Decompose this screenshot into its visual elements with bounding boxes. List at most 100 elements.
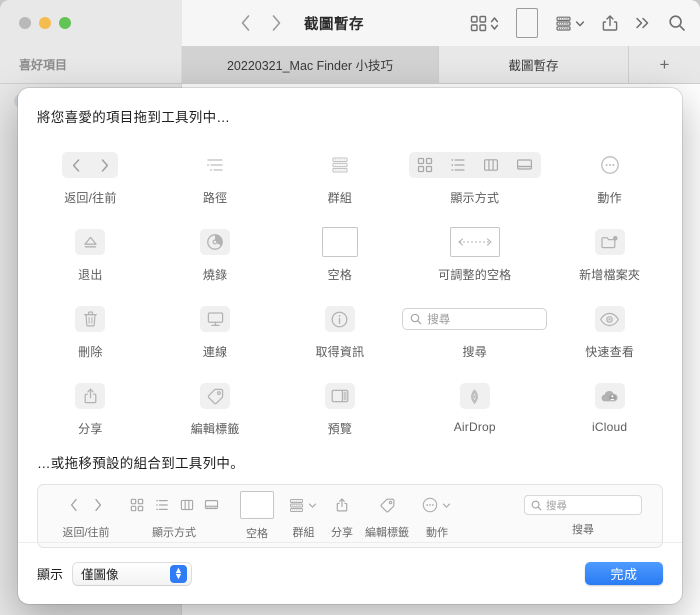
tab-bar: 喜好項目 20220321_Mac Finder 小技巧 截圖暫存 + xyxy=(0,46,700,84)
item-space[interactable]: 空格 xyxy=(278,217,403,292)
item-label: AirDrop xyxy=(454,420,496,434)
customize-toolbar-sheet: 將您喜愛的項目拖到工具列中… 返回/往前 路徑 xyxy=(18,88,682,604)
default-item-label: 分享 xyxy=(331,524,353,540)
view-mode-control[interactable] xyxy=(470,15,499,32)
item-search[interactable]: 搜尋 搜尋 xyxy=(402,294,547,369)
action-ellipsis-icon xyxy=(421,492,439,518)
titlebar-right-region: 截圖暫存 xyxy=(182,0,700,46)
item-view-modes[interactable]: 顯示方式 xyxy=(402,140,547,215)
item-group[interactable]: 群組 xyxy=(278,140,403,215)
grid-view-icon xyxy=(470,15,487,32)
new-tab-button[interactable]: + xyxy=(629,46,700,83)
default-item-group[interactable]: 群組 xyxy=(288,492,319,540)
item-flexible-space[interactable]: 可調整的空格 xyxy=(402,217,547,292)
connect-server-icon xyxy=(200,304,230,334)
chevron-up-down-icon: ▲ ▼ xyxy=(170,565,187,583)
group-by-control[interactable] xyxy=(555,15,585,32)
edit-tags-icon xyxy=(200,381,230,411)
back-button[interactable] xyxy=(240,14,251,32)
delete-trash-icon xyxy=(75,304,105,334)
sheet-title: 將您喜愛的項目拖到工具列中… xyxy=(18,88,682,126)
toolbar-icon-group xyxy=(470,8,686,38)
item-label: 搜尋 xyxy=(463,343,487,360)
default-item-edit-tags[interactable]: 編輯標籤 xyxy=(365,492,409,540)
default-item-label: 群組 xyxy=(293,524,315,540)
tab-1[interactable]: 截圖暫存 xyxy=(439,46,629,83)
default-item-back-forward[interactable]: 返回/往前 xyxy=(62,492,110,540)
item-quick-look[interactable]: 快速查看 xyxy=(547,294,672,369)
sheet-footer: 顯示 僅圖像 ▲ ▼ 完成 xyxy=(18,542,682,604)
titlebar-left-region xyxy=(0,0,182,46)
preview-pane-icon xyxy=(325,381,355,411)
forward-button[interactable] xyxy=(271,14,282,32)
item-connect[interactable]: 連線 xyxy=(153,294,278,369)
item-label: 空格 xyxy=(328,266,352,283)
sheet-subtitle: …或拖移預設的組合到工具列中。 xyxy=(18,446,682,472)
tab-0[interactable]: 20220321_Mac Finder 小技巧 xyxy=(182,46,439,83)
item-label: 退出 xyxy=(78,266,102,283)
item-label: 快速查看 xyxy=(585,343,634,360)
item-label: 刪除 xyxy=(78,343,102,360)
share-icon[interactable] xyxy=(602,14,618,32)
default-item-label: 編輯標籤 xyxy=(365,524,409,540)
item-icloud[interactable]: iCloud xyxy=(547,371,672,446)
default-item-view-modes[interactable]: 顯示方式 xyxy=(124,492,224,540)
item-delete[interactable]: 刪除 xyxy=(28,294,153,369)
airdrop-icon xyxy=(460,381,490,411)
screen-root: 截圖暫存 xyxy=(0,0,700,615)
item-back-forward[interactable]: 返回/往前 xyxy=(28,140,153,215)
default-item-label: 顯示方式 xyxy=(152,524,196,540)
item-edit-tags[interactable]: 編輯標籤 xyxy=(153,371,278,446)
show-mode-dropdown[interactable]: 僅圖像 ▲ ▼ xyxy=(73,563,191,585)
toolbar-item-grid: 返回/往前 路徑 群組 xyxy=(28,140,672,446)
item-burn[interactable]: 燒錄 xyxy=(153,217,278,292)
close-button[interactable] xyxy=(19,17,31,29)
search-field-icon[interactable]: 搜尋 xyxy=(524,495,642,515)
eject-icon xyxy=(75,227,105,257)
default-item-label: 返回/往前 xyxy=(62,524,109,540)
back-forward-icon xyxy=(62,150,118,180)
done-button[interactable]: 完成 xyxy=(585,562,663,585)
item-path[interactable]: 路徑 xyxy=(153,140,278,215)
window-title: 截圖暫存 xyxy=(304,13,364,34)
default-item-space[interactable]: 空格 xyxy=(240,491,274,541)
chevron-down-icon xyxy=(439,492,453,518)
show-mode-value: 僅圖像 xyxy=(81,564,119,583)
item-airdrop[interactable]: AirDrop xyxy=(402,371,547,446)
item-share[interactable]: 分享 xyxy=(28,371,153,446)
empty-box-icon[interactable] xyxy=(516,8,538,38)
item-new-folder[interactable]: 新增檔案夾 xyxy=(547,217,672,292)
default-item-search[interactable]: 搜尋 搜尋 xyxy=(524,495,642,537)
share-icon xyxy=(335,492,349,518)
share-icon xyxy=(75,381,105,411)
window-titlebar: 截圖暫存 xyxy=(0,0,700,46)
quick-look-eye-icon xyxy=(595,304,625,334)
item-get-info[interactable]: 取得資訊 xyxy=(278,294,403,369)
group-by-icon xyxy=(555,15,572,32)
item-label: 編輯標籤 xyxy=(191,420,240,437)
item-action[interactable]: 動作 xyxy=(547,140,672,215)
zoom-button[interactable] xyxy=(59,17,71,29)
new-folder-icon xyxy=(595,227,625,257)
default-item-action[interactable]: 動作 xyxy=(421,492,453,540)
grid-view-icon xyxy=(124,492,149,518)
default-item-share[interactable]: 分享 xyxy=(331,492,353,540)
space-icon xyxy=(240,491,274,519)
more-chevrons-icon[interactable] xyxy=(635,15,651,31)
chevron-down-icon xyxy=(575,15,585,32)
minimize-button[interactable] xyxy=(39,17,51,29)
item-label: 連線 xyxy=(203,343,227,360)
space-icon xyxy=(322,227,358,257)
item-label: 顯示方式 xyxy=(450,189,499,206)
sort-chevrons-icon xyxy=(490,15,499,32)
search-icon[interactable] xyxy=(668,14,686,32)
flexible-space-icon xyxy=(450,227,500,257)
search-placeholder-text: 搜尋 xyxy=(546,498,567,513)
nav-arrows xyxy=(240,14,282,32)
item-label: 路徑 xyxy=(203,189,227,206)
default-toolbar-set[interactable]: 返回/往前 顯示方式 xyxy=(37,484,663,548)
group-icon xyxy=(330,150,350,180)
item-eject[interactable]: 退出 xyxy=(28,217,153,292)
item-preview[interactable]: 預覽 xyxy=(278,371,403,446)
list-view-icon xyxy=(149,492,174,518)
